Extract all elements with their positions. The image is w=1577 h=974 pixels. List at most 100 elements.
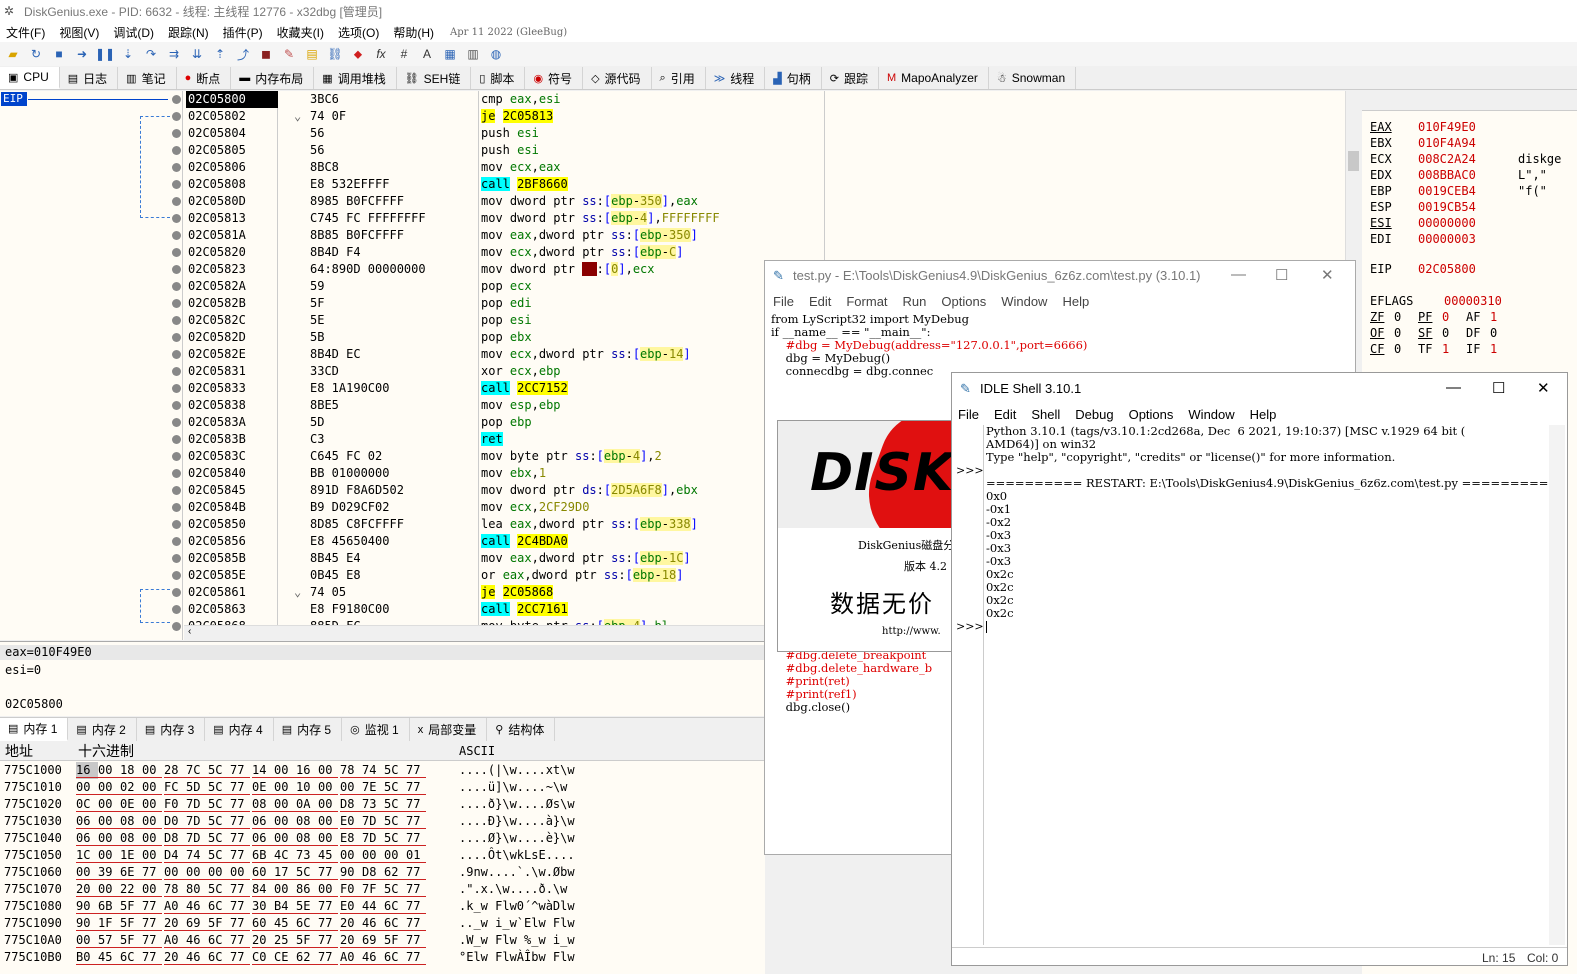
breakpoint-dot[interactable] — [172, 333, 181, 342]
fold-chevron-icon[interactable]: ⌄ — [294, 108, 301, 125]
settings-icon[interactable]: ▦ — [441, 45, 459, 63]
step-into-icon[interactable]: ⇣ — [119, 45, 137, 63]
breakpoint-dot[interactable] — [172, 401, 181, 410]
step-over-icon[interactable]: ↷ — [142, 45, 160, 63]
breakpoint-dot[interactable] — [172, 129, 181, 138]
register-value[interactable]: 008C2A24 — [1418, 151, 1518, 167]
disasm-row[interactable]: 02C0581A 8B85 B0FCFFFF mov eax,dword ptr s… — [172, 227, 1344, 244]
open-icon[interactable]: ▰ — [4, 45, 22, 63]
trace-over-icon[interactable]: ⇊ — [188, 45, 206, 63]
register-row[interactable]: ESI 00000000 — [1370, 215, 1518, 231]
menu-item[interactable]: 选项(O) — [338, 24, 379, 41]
idle-menu-item[interactable]: Window — [1188, 407, 1234, 422]
testpy-menu-item[interactable]: Edit — [809, 294, 831, 309]
tab-笔记[interactable]: ▥ 笔记 — [118, 67, 177, 89]
menu-item[interactable]: 跟踪(N) — [168, 24, 209, 41]
breakpoint-dot[interactable] — [172, 180, 181, 189]
disasm-row[interactable]: 02C05805 56 push esi — [172, 142, 1344, 159]
eip-row[interactable]: EIP 02C05800 — [1370, 261, 1518, 277]
disasm-row[interactable]: 02C05806 8BC8 mov ecx,eax — [172, 159, 1344, 176]
disasm-row[interactable]: 02C05808 E8 532EFFFF call 2BF8660 — [172, 176, 1344, 193]
testpy-code[interactable]: from LyScript32 import MyDebug if __name_… — [771, 313, 1341, 378]
breakpoint-dot[interactable] — [172, 537, 181, 546]
idle-menu-item[interactable]: Edit — [994, 407, 1016, 422]
breakpoint-dot[interactable] — [172, 146, 181, 155]
breakpoint-dot[interactable] — [172, 282, 181, 291]
memory-dump[interactable]: 地址 十六进制 ASCII 775C1000 16 00 18 00 28 7C 5C 77 14… — [0, 742, 765, 974]
register-row[interactable]: EDI 00000003 — [1370, 231, 1518, 247]
shell-scrollbar[interactable] — [1549, 425, 1565, 945]
register-value[interactable]: 02C05800 — [1418, 261, 1518, 277]
menu-item[interactable]: 帮助(H) — [393, 24, 434, 41]
memory-tab[interactable]: ⚲ 结构体 — [487, 718, 556, 741]
tab-句柄[interactable]: ▟ 句柄 — [765, 67, 822, 89]
breakpoint-dot[interactable] — [172, 367, 181, 376]
breakpoint-dot[interactable] — [172, 231, 181, 240]
hash-icon[interactable]: # — [395, 45, 413, 63]
tab-调用堆栈[interactable]: ▦ 调用堆栈 — [314, 67, 397, 89]
memory-tab[interactable]: ▤ 内存 3 — [137, 718, 206, 741]
idle-menu-item[interactable]: Shell — [1031, 407, 1060, 422]
register-value[interactable]: 0019CEB4 — [1418, 183, 1518, 199]
testpy-menu-item[interactable]: Window — [1001, 294, 1047, 309]
testpy-menu-item[interactable]: Run — [903, 294, 927, 309]
disasm-row[interactable]: 02C05813 C745 FC FFFFFFFF mov dword ptr ss… — [172, 210, 1344, 227]
breakpoint-dot[interactable] — [172, 384, 181, 393]
breakpoint-dot[interactable] — [172, 418, 181, 427]
register-value[interactable]: 010F49E0 — [1418, 119, 1518, 135]
tab-引用[interactable]: ⌕ 引用 — [652, 67, 706, 89]
fold-chevron-icon[interactable]: ⌄ — [294, 584, 301, 601]
breakpoint-dot[interactable] — [172, 520, 181, 529]
breakpoint-dot[interactable] — [172, 350, 181, 359]
maximize-icon[interactable]: ☐ — [1275, 266, 1288, 284]
flag-value[interactable]: 0 — [1442, 309, 1466, 325]
memory-tab[interactable]: ◎ 监视 1 — [342, 718, 410, 741]
breakpoint-dot[interactable] — [172, 571, 181, 580]
restart-icon[interactable]: ↻ — [27, 45, 45, 63]
run-icon[interactable]: ➜ — [73, 45, 91, 63]
breakpoint-dot[interactable] — [172, 112, 181, 121]
register-row[interactable]: EDX 008BBAC0 L"," — [1370, 167, 1547, 183]
register-row[interactable]: EBP 0019CEB4 "f(" — [1370, 183, 1547, 199]
menu-item[interactable]: 插件(P) — [223, 24, 263, 41]
tab-断点[interactable]: ● 断点 — [177, 67, 232, 89]
breakpoint-dot[interactable] — [172, 452, 181, 461]
register-row[interactable]: EBX 010F4A94 — [1370, 135, 1518, 151]
breakpoint-dot[interactable] — [172, 622, 181, 631]
shell-output[interactable]: Python 3.10.1 (tags/v3.10.1:2cd268a, Dec… — [986, 425, 1548, 945]
scroll-thumb[interactable] — [1348, 151, 1359, 171]
eflags-row[interactable]: EFLAGS 00000310 — [1370, 293, 1544, 309]
breakpoint-dot[interactable] — [172, 197, 181, 206]
disasm-row[interactable]: 02C05820 8B4D F4 mov ecx,dword ptr ss:[ebp… — [172, 244, 1344, 261]
tab-snowman[interactable]: ☃ Snowman — [989, 67, 1077, 89]
eflags-value[interactable]: 00000310 — [1444, 293, 1544, 309]
run-to-user-code-icon[interactable]: ⤴ — [234, 45, 252, 63]
breakpoint-dot[interactable] — [172, 554, 181, 563]
testpy-menu-item[interactable]: Options — [941, 294, 986, 309]
globe-icon[interactable]: ◍ — [487, 45, 505, 63]
calculator-icon[interactable]: ▥ — [464, 45, 482, 63]
flag-value[interactable]: 1 — [1490, 341, 1514, 357]
close-icon[interactable]: ✕ — [1537, 379, 1550, 397]
menu-item[interactable]: 视图(V) — [59, 24, 99, 41]
memory-tab[interactable]: ▤ 内存 4 — [205, 718, 274, 741]
breakpoint-dot[interactable] — [172, 265, 181, 274]
idle-menu-item[interactable]: Debug — [1075, 407, 1113, 422]
idle-menu-item[interactable]: Options — [1129, 407, 1174, 422]
register-value[interactable]: 00000000 — [1418, 215, 1518, 231]
disasm-row[interactable]: 02C05800 3BC6 cmp eax,esi — [172, 91, 1344, 108]
breakpoint-dot[interactable] — [172, 214, 181, 223]
disasm-row[interactable]: 02C05802 74 0F je 2C05813 ⌄ — [172, 108, 1344, 125]
tab-seh链[interactable]: ⛓ SEH链 — [397, 67, 472, 89]
breakpoint-dot[interactable] — [172, 248, 181, 257]
tab-脚本[interactable]: ▯ 脚本 — [471, 67, 526, 89]
breakpoint-dot[interactable] — [172, 299, 181, 308]
label-icon[interactable]: ⛓ — [326, 45, 344, 63]
idle-menu-item[interactable]: File — [958, 407, 979, 422]
memory-tab[interactable]: ▤ 内存 2 — [68, 718, 137, 741]
flag-value[interactable]: 1 — [1490, 309, 1514, 325]
comment-icon[interactable]: ▤ — [303, 45, 321, 63]
breakpoint-dot[interactable] — [172, 605, 181, 614]
register-row[interactable]: ESP 0019CB54 — [1370, 199, 1518, 215]
breakpoint-dot[interactable] — [172, 435, 181, 444]
